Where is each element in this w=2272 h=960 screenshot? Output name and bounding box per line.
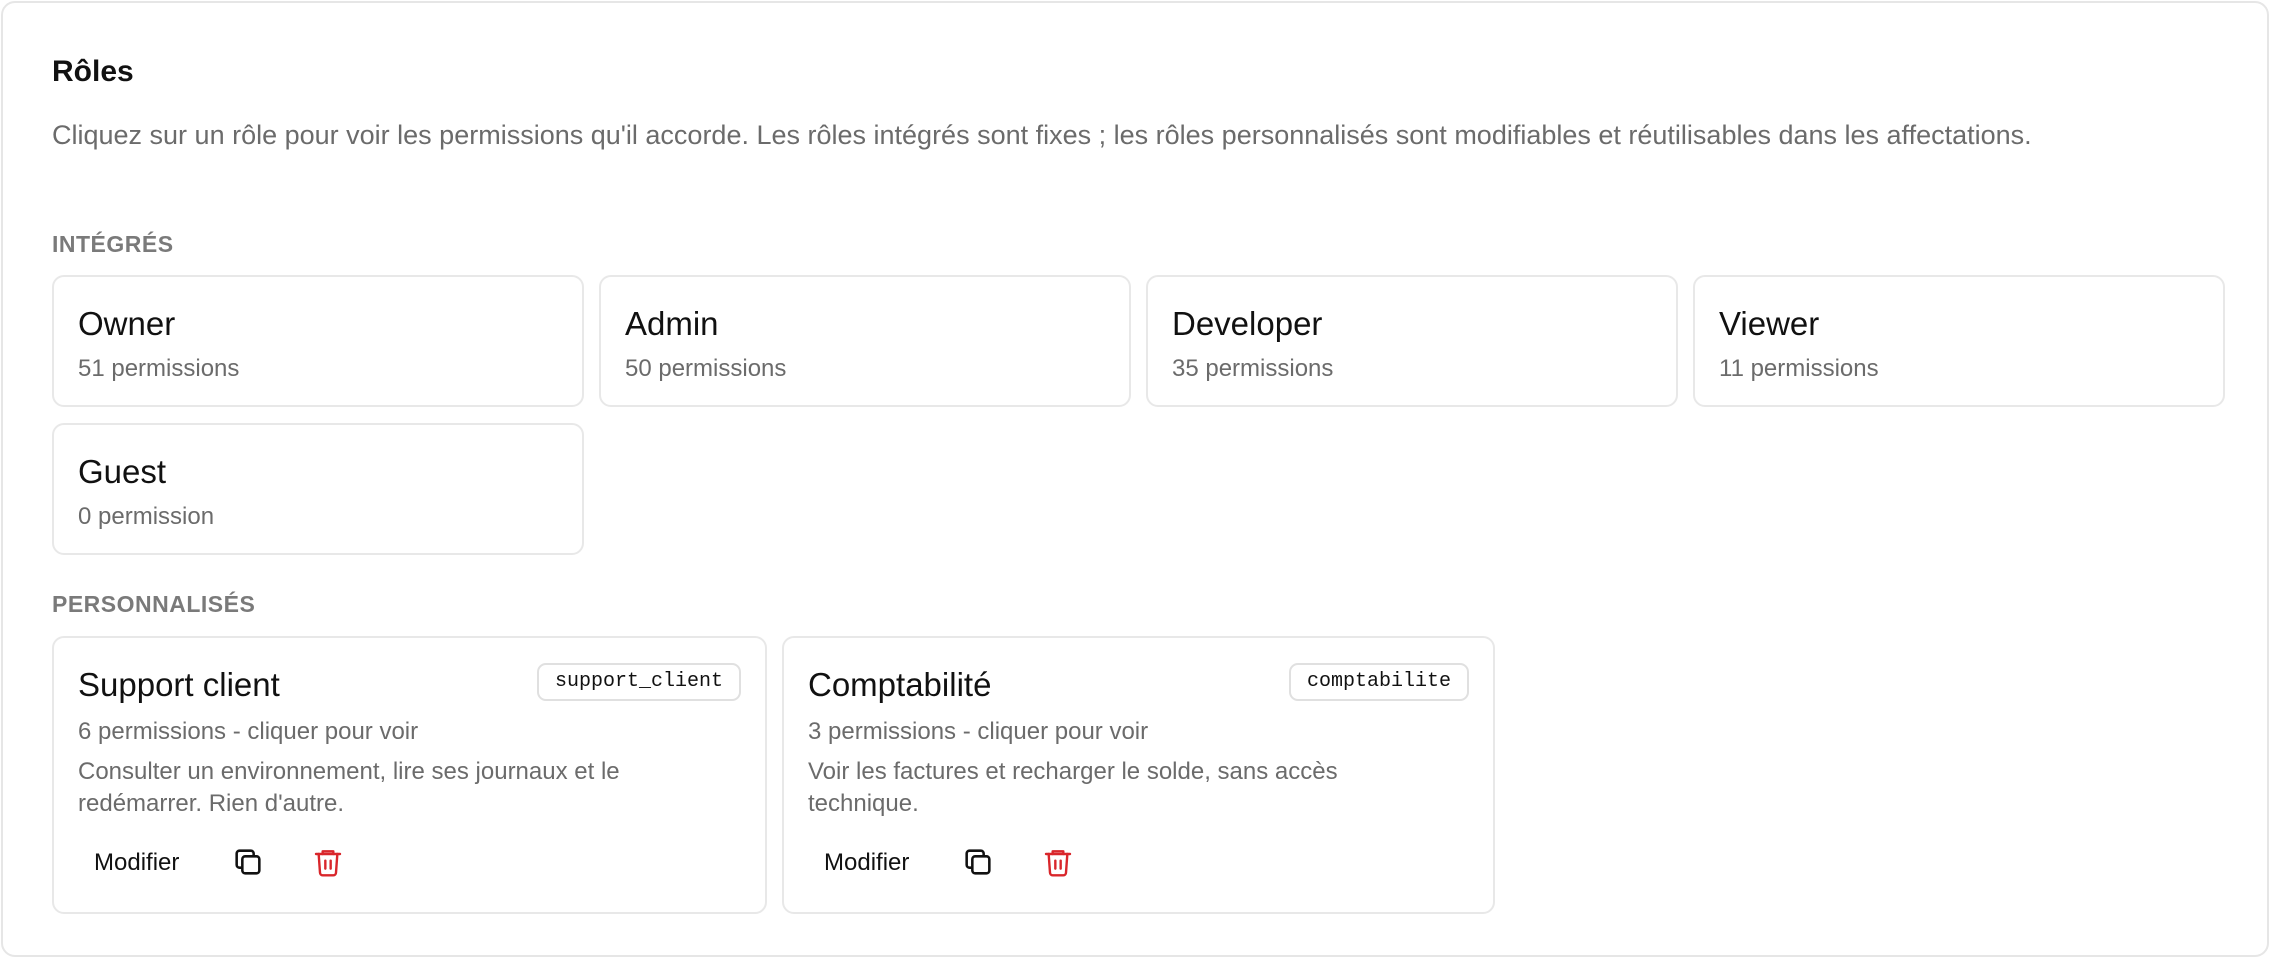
- role-name: Viewer: [1719, 305, 1820, 342]
- section-label-custom: PERSONNALISÉS: [52, 591, 256, 617]
- trash-icon: [312, 846, 344, 881]
- role-description: Consulter un environnement, lire ses jou…: [78, 758, 620, 817]
- role-permission-count: 11 permissions: [1719, 355, 1879, 382]
- copy-icon: [961, 845, 995, 882]
- section-label-builtin: INTÉGRÉS: [52, 231, 174, 257]
- role-name: Developer: [1172, 305, 1323, 342]
- role-slug-badge: comptabilite: [1288, 663, 1469, 701]
- custom-role-card-comptabilite[interactable]: Comptabilité comptabilite 3 permissions …: [782, 636, 1495, 914]
- role-card-admin[interactable]: Admin 50 permissions: [599, 275, 1131, 407]
- role-name: Guest: [78, 453, 167, 490]
- role-card-owner[interactable]: Owner 51 permissions: [52, 275, 584, 407]
- edit-button[interactable]: Modifier: [78, 838, 195, 888]
- roles-panel: Rôles Cliquez sur un rôle pour voir les …: [1, 1, 2269, 957]
- role-name: Support client: [78, 666, 280, 703]
- delete-button[interactable]: [1036, 841, 1080, 885]
- role-card-guest[interactable]: Guest 0 permission: [52, 423, 584, 555]
- role-permission-count: 50 permissions: [625, 355, 787, 382]
- role-slug-badge: support_client: [536, 663, 741, 701]
- role-description: Voir les factures et recharger le solde,…: [808, 758, 1338, 817]
- delete-button[interactable]: [306, 841, 350, 885]
- role-card-developer[interactable]: Developer 35 permissions: [1146, 275, 1678, 407]
- role-name: Owner: [78, 305, 176, 342]
- role-card-viewer[interactable]: Viewer 11 permissions: [1693, 275, 2225, 407]
- role-permission-count: 6 permissions - cliquer pour voir: [78, 718, 419, 745]
- role-permission-count: 35 permissions: [1172, 355, 1334, 382]
- duplicate-button[interactable]: [226, 841, 270, 885]
- role-permission-count: 3 permissions - cliquer pour voir: [808, 718, 1149, 745]
- page-title: Rôles: [52, 55, 134, 88]
- role-permission-count: 51 permissions: [78, 355, 240, 382]
- copy-icon: [231, 845, 265, 882]
- custom-role-card-support-client[interactable]: Support client support_client 6 permissi…: [52, 636, 767, 914]
- duplicate-button[interactable]: [956, 841, 1000, 885]
- role-permission-count: 0 permission: [78, 503, 215, 530]
- trash-icon: [1042, 846, 1074, 881]
- page-description: Cliquez sur un rôle pour voir les permis…: [52, 120, 2032, 150]
- role-name: Admin: [625, 305, 719, 342]
- edit-button[interactable]: Modifier: [808, 838, 925, 888]
- role-name: Comptabilité: [808, 666, 992, 703]
